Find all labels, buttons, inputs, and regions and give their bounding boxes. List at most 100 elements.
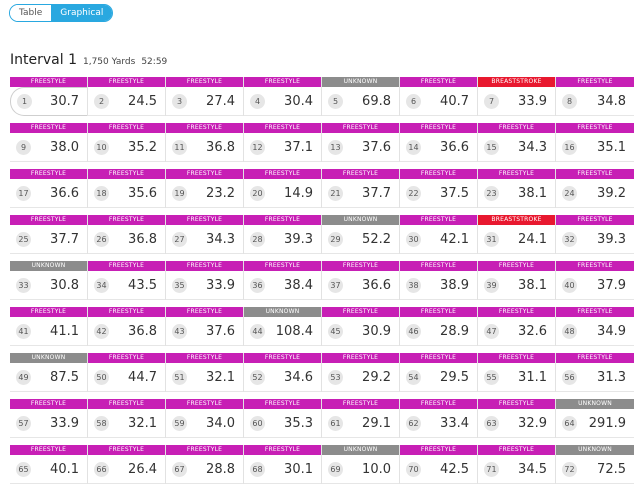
lap-cell[interactable]: FREESTYLE 51 32.1 [166,353,244,392]
lap-cell[interactable]: FREESTYLE 11 36.8 [166,123,244,162]
lap-cell[interactable]: FREESTYLE 20 14.9 [244,169,322,208]
stroke-label: FREESTYLE [322,123,399,133]
lap-cell[interactable]: FREESTYLE 59 34.0 [166,399,244,438]
lap-cell[interactable]: FREESTYLE 17 36.6 [10,169,88,208]
lap-cell[interactable]: UNKNOWN 49 87.5 [10,353,88,392]
lap-cell[interactable]: UNKNOWN 64 291.9 [556,399,634,438]
lap-cell[interactable]: FREESTYLE 24 39.2 [556,169,634,208]
lap-cell[interactable]: FREESTYLE 16 35.1 [556,123,634,162]
lap-cell[interactable]: FREESTYLE 9 38.0 [10,123,88,162]
lap-cell[interactable]: FREESTYLE 57 33.9 [10,399,88,438]
lap-cell[interactable]: FREESTYLE 37 36.6 [322,261,400,300]
lap-cell[interactable]: FREESTYLE 36 38.4 [244,261,322,300]
lap-cell[interactable]: FREESTYLE 30 42.1 [400,215,478,254]
lap-cell[interactable]: UNKNOWN 29 52.2 [322,215,400,254]
lap-cell[interactable]: FREESTYLE 70 42.5 [400,445,478,484]
lap-number-badge: 5 [328,93,343,109]
lap-time: 38.0 [50,139,79,155]
lap-cell[interactable]: FREESTYLE 45 30.9 [322,307,400,346]
lap-body: 34 43.5 [88,271,165,300]
lap-time: 34.5 [518,461,547,477]
lap-cell[interactable]: FREESTYLE 28 39.3 [244,215,322,254]
lap-number-badge: 31 [484,231,499,247]
lap-cell[interactable]: FREESTYLE 21 37.7 [322,169,400,208]
lap-cell[interactable]: FREESTYLE 58 32.1 [88,399,166,438]
lap-cell[interactable]: FREESTYLE 32 39.3 [556,215,634,254]
lap-cell[interactable]: FREESTYLE 48 34.9 [556,307,634,346]
lap-cell[interactable]: FREESTYLE 56 31.3 [556,353,634,392]
lap-cell[interactable]: UNKNOWN 72 72.5 [556,445,634,484]
lap-cell[interactable]: FREESTYLE 62 33.4 [400,399,478,438]
lap-cell[interactable]: FREESTYLE 13 37.6 [322,123,400,162]
lap-cell[interactable]: FREESTYLE 39 38.1 [478,261,556,300]
stroke-label: FREESTYLE [10,215,87,225]
lap-cell[interactable]: FREESTYLE 8 34.8 [556,77,634,116]
stroke-label: FREESTYLE [166,77,243,87]
lap-cell[interactable]: FREESTYLE 38 38.9 [400,261,478,300]
lap-body: 27 34.3 [166,225,243,254]
lap-cell[interactable]: FREESTYLE 67 28.8 [166,445,244,484]
lap-cell[interactable]: UNKNOWN 33 30.8 [10,261,88,300]
lap-cell[interactable]: FREESTYLE 42 36.8 [88,307,166,346]
lap-cell[interactable]: BREASTSTROKE 7 33.9 [478,77,556,116]
lap-number-badge: 24 [562,185,577,201]
lap-time: 69.8 [362,93,391,109]
lap-number-badge: 72 [562,461,577,477]
lap-cell[interactable]: UNKNOWN 69 10.0 [322,445,400,484]
lap-cell[interactable]: FREESTYLE 35 33.9 [166,261,244,300]
lap-cell[interactable]: FREESTYLE 61 29.1 [322,399,400,438]
lap-time: 31.3 [597,369,626,385]
lap-cell[interactable]: FREESTYLE 3 27.4 [166,77,244,116]
lap-cell[interactable]: FREESTYLE 50 44.7 [88,353,166,392]
lap-cell[interactable]: FREESTYLE 1 30.7 [10,77,88,116]
lap-cell[interactable]: FREESTYLE 43 37.6 [166,307,244,346]
lap-cell[interactable]: BREASTSTROKE 31 24.1 [478,215,556,254]
lap-cell[interactable]: FREESTYLE 60 35.3 [244,399,322,438]
lap-cell[interactable]: FREESTYLE 25 37.7 [10,215,88,254]
lap-cell[interactable]: FREESTYLE 15 34.3 [478,123,556,162]
lap-cell[interactable]: FREESTYLE 19 23.2 [166,169,244,208]
toggle-table[interactable]: Table [10,5,52,21]
stroke-label: FREESTYLE [88,445,165,455]
lap-cell[interactable]: FREESTYLE 34 43.5 [88,261,166,300]
lap-cell[interactable]: FREESTYLE 66 26.4 [88,445,166,484]
lap-cell[interactable]: FREESTYLE 65 40.1 [10,445,88,484]
lap-time: 40.7 [440,93,469,109]
lap-cell[interactable]: FREESTYLE 27 34.3 [166,215,244,254]
lap-cell[interactable]: FREESTYLE 22 37.5 [400,169,478,208]
lap-cell[interactable]: FREESTYLE 71 34.5 [478,445,556,484]
lap-cell[interactable]: UNKNOWN 44 108.4 [244,307,322,346]
lap-cell[interactable]: FREESTYLE 2 24.5 [88,77,166,116]
lap-cell[interactable]: FREESTYLE 14 36.6 [400,123,478,162]
lap-cell[interactable]: FREESTYLE 68 30.1 [244,445,322,484]
lap-cell[interactable]: FREESTYLE 18 35.6 [88,169,166,208]
lap-cell[interactable]: FREESTYLE 4 30.4 [244,77,322,116]
lap-cell[interactable]: FREESTYLE 53 29.2 [322,353,400,392]
lap-cell[interactable]: FREESTYLE 52 34.6 [244,353,322,392]
lap-time: 37.1 [284,139,313,155]
lap-cell[interactable]: FREESTYLE 23 38.1 [478,169,556,208]
lap-cell[interactable]: FREESTYLE 6 40.7 [400,77,478,116]
lap-body: 62 33.4 [400,409,477,438]
lap-cell[interactable]: UNKNOWN 5 69.8 [322,77,400,116]
lap-number-badge: 2 [94,93,109,109]
lap-cell[interactable]: FREESTYLE 54 29.5 [400,353,478,392]
lap-cell[interactable]: FREESTYLE 26 36.8 [88,215,166,254]
lap-body: 39 38.1 [478,271,555,300]
lap-body: 19 23.2 [166,179,243,208]
lap-cell[interactable]: FREESTYLE 63 32.9 [478,399,556,438]
lap-cell[interactable]: FREESTYLE 10 35.2 [88,123,166,162]
lap-cell[interactable]: FREESTYLE 40 37.9 [556,261,634,300]
lap-cell[interactable]: FREESTYLE 41 41.1 [10,307,88,346]
lap-cell[interactable]: FREESTYLE 55 31.1 [478,353,556,392]
interval-duration: 52:59 [141,57,168,67]
lap-time: 33.4 [440,415,469,431]
stroke-label: FREESTYLE [88,169,165,179]
lap-cell[interactable]: FREESTYLE 47 32.6 [478,307,556,346]
toggle-graphical[interactable]: Graphical [51,5,113,21]
lap-cell[interactable]: FREESTYLE 12 37.1 [244,123,322,162]
stroke-label: FREESTYLE [166,399,243,409]
view-toggle: Table Graphical [9,4,114,22]
lap-cell[interactable]: FREESTYLE 46 28.9 [400,307,478,346]
lap-number-badge: 41 [16,323,31,339]
